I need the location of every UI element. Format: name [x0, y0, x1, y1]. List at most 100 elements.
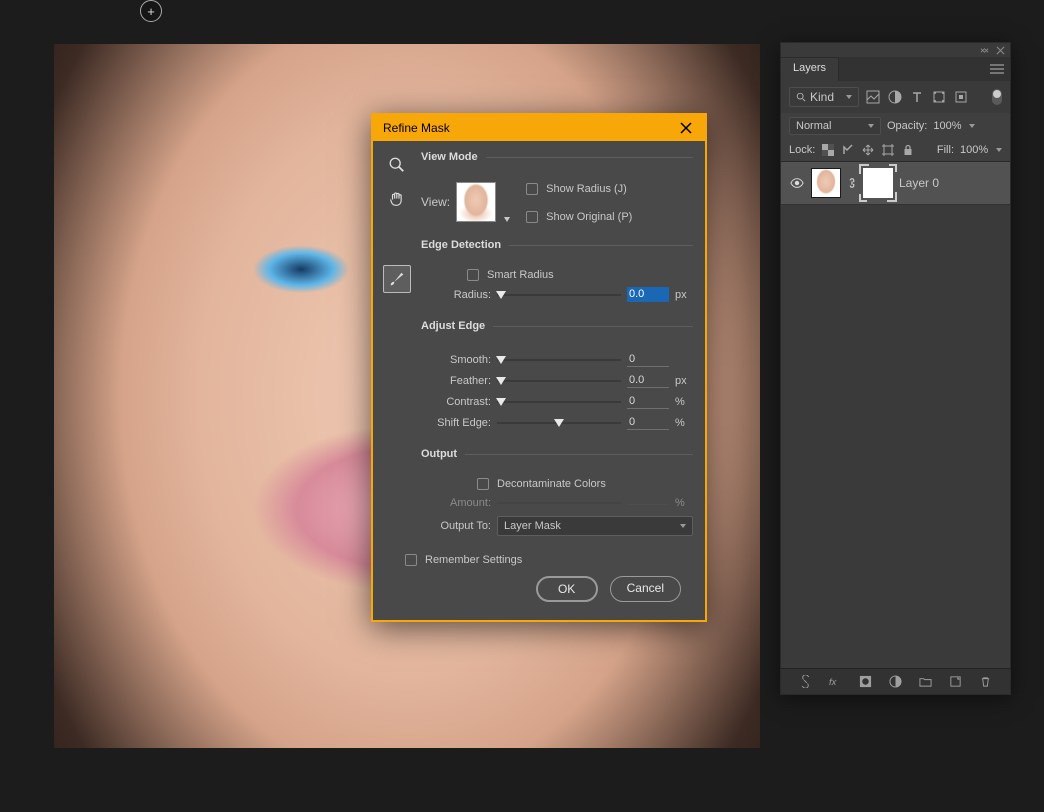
group-icon[interactable]: [919, 675, 933, 689]
smart-radius-label: Smart Radius: [487, 269, 554, 281]
chevron-down-icon: [846, 95, 852, 99]
show-radius-label: Show Radius (J): [546, 183, 627, 195]
smart-radius-checkbox[interactable]: Smart Radius: [467, 269, 693, 281]
layer-row[interactable]: Layer 0: [781, 162, 1010, 205]
shift-edge-label: Shift Edge:: [421, 417, 491, 429]
blend-mode-dropdown[interactable]: Normal: [789, 117, 881, 135]
layers-panel: Layers Kind Normal Opacity: 100% Lock:: [780, 42, 1011, 695]
amount-input: [627, 502, 669, 505]
contrast-unit: %: [675, 396, 693, 408]
view-mode-legend: View Mode: [421, 151, 486, 163]
feather-input[interactable]: 0.0: [627, 373, 669, 388]
close-icon[interactable]: [994, 44, 1006, 56]
fill-input[interactable]: 100%: [960, 144, 1002, 156]
chevron-down-icon: [680, 524, 686, 528]
decontaminate-label: Decontaminate Colors: [497, 478, 606, 490]
view-mode-dropdown[interactable]: [456, 182, 510, 222]
opacity-label: Opacity:: [887, 120, 927, 132]
lock-all-icon[interactable]: [901, 143, 915, 157]
edge-detection-legend: Edge Detection: [421, 239, 509, 251]
checkbox-icon: [467, 269, 479, 281]
checkbox-icon: [526, 211, 538, 223]
filter-adjustment-icon[interactable]: [887, 89, 903, 105]
lock-image-icon[interactable]: [841, 143, 855, 157]
filter-toggle[interactable]: [992, 89, 1002, 105]
chevron-down-icon: [868, 124, 874, 128]
filter-shape-icon[interactable]: [931, 89, 947, 105]
feather-slider[interactable]: [497, 374, 621, 388]
layer-style-icon[interactable]: fx: [829, 675, 843, 689]
add-mask-icon[interactable]: [859, 675, 873, 689]
lock-transparent-icon[interactable]: [821, 143, 835, 157]
filter-kind-dropdown[interactable]: Kind: [789, 87, 859, 107]
opacity-value: 100%: [933, 120, 967, 132]
close-icon[interactable]: [677, 119, 695, 137]
show-original-label: Show Original (P): [546, 211, 632, 223]
new-layer-icon[interactable]: [949, 675, 963, 689]
hand-tool-icon[interactable]: [383, 185, 411, 213]
radius-unit: px: [675, 289, 693, 301]
contrast-slider[interactable]: [497, 395, 621, 409]
shift-edge-input[interactable]: 0: [627, 415, 669, 430]
blend-mode-value: Normal: [796, 120, 831, 132]
delete-icon[interactable]: [979, 675, 993, 689]
shift-edge-unit: %: [675, 417, 693, 429]
collapse-icon[interactable]: [978, 44, 990, 56]
output-to-value: Layer Mask: [504, 520, 561, 532]
output-legend: Output: [421, 448, 465, 460]
edge-detection-section: Edge Detection Smart Radius Radius: 0.0 …: [421, 239, 693, 308]
smooth-slider[interactable]: [497, 353, 621, 367]
dialog-title: Refine Mask: [383, 121, 450, 135]
output-section: Output Decontaminate Colors Amount: % Ou…: [421, 448, 693, 542]
chevron-down-icon: [969, 124, 975, 128]
amount-slider: [497, 496, 621, 510]
output-to-label: Output To:: [421, 520, 491, 532]
feather-unit: px: [675, 375, 693, 387]
layer-thumbnail: [811, 168, 841, 198]
adjust-edge-section: Adjust Edge Smooth: 0 Feather: 0.0 px Co…: [421, 320, 693, 436]
smooth-input[interactable]: 0: [627, 352, 669, 367]
zoom-tool-icon[interactable]: [383, 151, 411, 179]
visibility-icon[interactable]: [789, 175, 805, 191]
filter-smart-icon[interactable]: [953, 89, 969, 105]
filter-pixel-icon[interactable]: [865, 89, 881, 105]
radius-slider[interactable]: [497, 288, 621, 302]
layer-name[interactable]: Layer 0: [899, 176, 939, 190]
chevron-down-icon: [504, 217, 510, 222]
contrast-input[interactable]: 0: [627, 394, 669, 409]
add-button[interactable]: +: [140, 0, 162, 22]
svg-text:fx: fx: [829, 677, 837, 687]
contrast-label: Contrast:: [421, 396, 491, 408]
remember-settings-label: Remember Settings: [425, 554, 522, 566]
show-original-checkbox[interactable]: Show Original (P): [526, 211, 632, 223]
dialog-titlebar[interactable]: Refine Mask: [373, 115, 705, 141]
adjustment-layer-icon[interactable]: [889, 675, 903, 689]
lock-label: Lock:: [789, 144, 815, 156]
filter-type-icon[interactable]: [909, 89, 925, 105]
layer-mask-thumbnail[interactable]: [863, 168, 893, 198]
checkbox-icon: [526, 183, 538, 195]
panel-menu-icon[interactable]: [984, 57, 1010, 81]
adjust-edge-legend: Adjust Edge: [421, 320, 493, 332]
remember-settings-checkbox[interactable]: Remember Settings: [405, 554, 693, 566]
output-to-dropdown[interactable]: Layer Mask: [497, 516, 693, 536]
view-mode-section: View Mode View: Show Radius (J): [421, 151, 693, 227]
lock-position-icon[interactable]: [861, 143, 875, 157]
view-label: View:: [421, 195, 450, 209]
brush-tool-icon[interactable]: [383, 265, 411, 293]
decontaminate-checkbox[interactable]: Decontaminate Colors: [477, 478, 693, 490]
lock-artboard-icon[interactable]: [881, 143, 895, 157]
tab-layers[interactable]: Layers: [781, 57, 839, 81]
ok-button[interactable]: OK: [536, 576, 598, 602]
cancel-button[interactable]: Cancel: [610, 576, 681, 602]
link-layers-icon[interactable]: [799, 675, 813, 689]
shift-edge-slider[interactable]: [497, 416, 621, 430]
fill-value: 100%: [960, 144, 994, 156]
fill-label: Fill:: [937, 144, 954, 156]
radius-input[interactable]: 0.0: [627, 287, 669, 302]
show-radius-checkbox[interactable]: Show Radius (J): [526, 183, 632, 195]
chevron-down-icon: [996, 148, 1002, 152]
opacity-input[interactable]: 100%: [933, 120, 975, 132]
amount-unit: %: [675, 497, 693, 509]
mask-link-icon[interactable]: [847, 177, 857, 189]
